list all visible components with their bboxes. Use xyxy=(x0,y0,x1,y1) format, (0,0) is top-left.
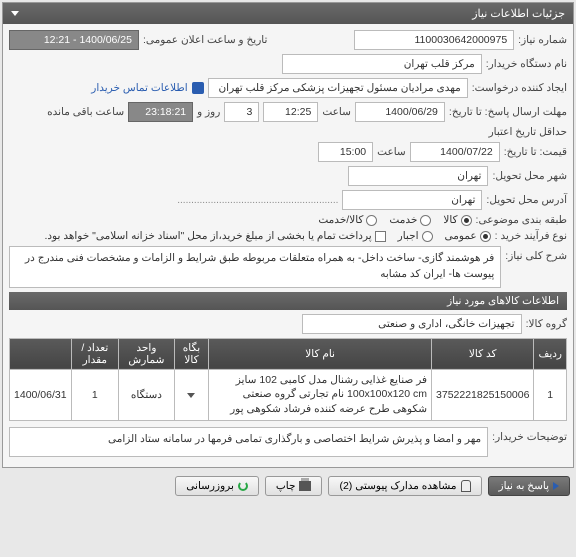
radio-icon xyxy=(420,215,431,226)
address-trail: ........................................… xyxy=(9,195,338,206)
radio-service[interactable]: خدمت xyxy=(389,214,431,226)
deadline-time-label: ساعت xyxy=(322,106,351,118)
deadline-date-field: 1400/06/29 xyxy=(355,102,445,122)
panel-title: جزئیات اطلاعات نیاز xyxy=(472,7,565,20)
group-field: تجهیزات خانگی، اداری و صنعتی xyxy=(302,314,522,334)
radio-goods[interactable]: کالا xyxy=(443,214,471,226)
panel-header: جزئیات اطلاعات نیاز xyxy=(3,3,573,24)
goods-table: ردیف کد کالا نام کالا بگاه کالا واحد شما… xyxy=(9,338,567,421)
group-label: گروه کالا: xyxy=(526,318,567,330)
col-code: کد کالا xyxy=(432,338,534,369)
min-credit-label: حداقل تاریخ اعتبار xyxy=(489,126,567,138)
contact-link[interactable]: اطلاعات تماس خریدار xyxy=(91,82,187,94)
request-no-field: 1100030642000975 xyxy=(354,30,514,50)
col-pkg: بگاه کالا xyxy=(174,338,208,369)
price-date-label: قیمت: تا تاریخ: xyxy=(504,146,567,158)
buyer-label: نام دستگاه خریدار: xyxy=(486,58,567,70)
cell-name: فر صنایع غذایی رشنال مدل کامبی 102 سایز … xyxy=(209,369,432,420)
requester-label: ایجاد کننده درخواست: xyxy=(472,82,567,94)
footer-buttons: پاسخ به نیاز مشاهده مدارک پیوستی (2) چاپ… xyxy=(0,470,576,502)
cell-date: 1400/06/31 xyxy=(10,369,72,420)
radio-public[interactable]: عمومی xyxy=(445,230,491,242)
delivery-city-label: شهر محل تحویل: xyxy=(492,170,567,182)
col-date xyxy=(10,338,72,369)
cell-idx: 1 xyxy=(534,369,567,420)
buyer-notes-label: توضیحات خریدار: xyxy=(492,427,567,443)
print-button[interactable]: چاپ xyxy=(265,476,323,496)
col-name: نام کالا xyxy=(209,338,432,369)
table-row[interactable]: 1 3752221825150006 فر صنایع غذایی رشنال … xyxy=(10,369,567,420)
description-label: شرح کلی نیاز: xyxy=(505,246,567,262)
refresh-button[interactable]: بروزرسانی xyxy=(175,476,259,496)
radio-icon xyxy=(461,215,472,226)
radio-icon xyxy=(422,231,433,242)
request-no-label: شماره نیاز: xyxy=(518,34,567,46)
description-field: فر هوشمند گازی- ساخت داخل- به همراه متعل… xyxy=(9,246,501,288)
checkbox-icon xyxy=(375,231,386,242)
cell-pkg[interactable] xyxy=(174,369,208,420)
cell-code: 3752221825150006 xyxy=(432,369,534,420)
radio-force[interactable]: اجبار xyxy=(398,230,433,242)
refresh-icon xyxy=(238,481,248,491)
category-label: طبقه بندی موضوعی: xyxy=(476,214,567,226)
public-date-field: 1400/06/25 - 12:21 xyxy=(9,30,139,50)
radio-icon xyxy=(480,231,491,242)
radio-both[interactable]: کالا/خدمت xyxy=(318,214,377,226)
reply-button[interactable]: پاسخ به نیاز xyxy=(488,476,570,496)
panel-body: شماره نیاز: 1100030642000975 تاریخ و ساع… xyxy=(3,24,573,467)
price-time-label: ساعت xyxy=(377,146,406,158)
radio-icon xyxy=(366,215,377,226)
time-remaining-field: 23:18:21 xyxy=(128,102,193,122)
goods-section-title: اطلاعات کالاهای مورد نیاز xyxy=(9,292,567,310)
category-radio-group: کالا خدمت کالا/خدمت xyxy=(318,214,471,226)
process-label: نوع فرآیند خرید : xyxy=(495,230,567,242)
col-qty: تعداد / مقدار xyxy=(71,338,118,369)
public-date-label: تاریخ و ساعت اعلان عمومی: xyxy=(143,34,267,46)
delivery-address-label: آدرس محل تحویل: xyxy=(486,194,567,206)
print-icon xyxy=(299,481,311,491)
buyer-notes-field: مهر و امضا و پذیرش شرایط اختصاصی و بارگذ… xyxy=(9,427,488,457)
days-and-label: روز و xyxy=(197,106,220,118)
delivery-city-field: تهران xyxy=(348,166,488,186)
price-time-field: 15:00 xyxy=(318,142,373,162)
contact-icon xyxy=(192,82,204,94)
cell-unit: دستگاه xyxy=(119,369,175,420)
deadline-label: مهلت ارسال پاسخ: تا تاریخ: xyxy=(449,106,567,118)
process-radio-group: عمومی اجبار پرداخت تمام یا بخشی از مبلغ … xyxy=(44,230,490,242)
attachment-icon xyxy=(461,480,471,492)
chevron-down-icon[interactable] xyxy=(11,11,19,16)
attachments-button[interactable]: مشاهده مدارک پیوستی (2) xyxy=(328,476,481,496)
deadline-time-field: 12:25 xyxy=(263,102,318,122)
main-panel: جزئیات اطلاعات نیاز شماره نیاز: 11000306… xyxy=(2,2,574,468)
chevron-down-icon xyxy=(187,393,195,398)
table-header-row: ردیف کد کالا نام کالا بگاه کالا واحد شما… xyxy=(10,338,567,369)
buyer-field: مرکز قلب تهران xyxy=(282,54,482,74)
col-unit: واحد شمارش xyxy=(119,338,175,369)
cell-qty: 1 xyxy=(71,369,118,420)
days-remaining-field: 3 xyxy=(224,102,259,122)
time-remaining-suffix: ساعت باقی مانده xyxy=(47,106,124,118)
reply-icon xyxy=(553,482,559,490)
checkbox-payment[interactable]: پرداخت تمام یا بخشی از مبلغ خرید،از محل … xyxy=(44,230,385,242)
col-row: ردیف xyxy=(534,338,567,369)
requester-field: مهدی مرادیان مسئول تجهیزات پزشکی مرکز قل… xyxy=(208,78,468,98)
price-date-field: 1400/07/22 xyxy=(410,142,500,162)
delivery-address-field: تهران xyxy=(342,190,482,210)
